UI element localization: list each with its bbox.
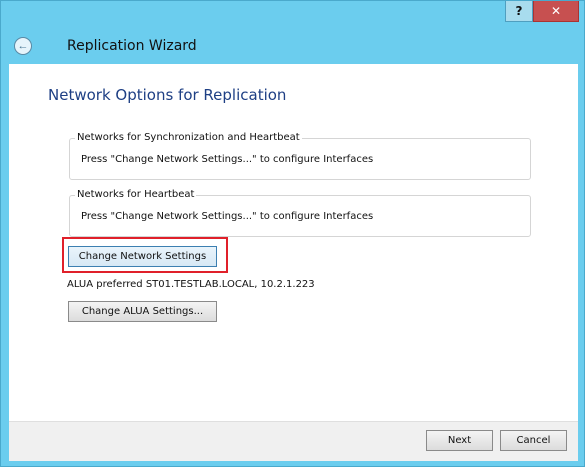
wizard-footer: Next Cancel	[9, 421, 578, 461]
sync-heartbeat-legend: Networks for Synchronization and Heartbe…	[75, 132, 302, 143]
change-alua-settings-button[interactable]: Change ALUA Settings...	[68, 301, 217, 322]
heartbeat-text: Press "Change Network Settings..." to co…	[81, 211, 374, 222]
next-button[interactable]: Next	[426, 430, 493, 451]
wizard-content: Network Options for Replication Networks…	[9, 64, 578, 421]
page-heading: Network Options for Replication	[48, 86, 287, 104]
heartbeat-legend: Networks for Heartbeat	[75, 189, 197, 200]
wizard-window: ? ✕ ← Replication Wizard Network Options…	[0, 0, 585, 467]
heartbeat-group: Networks for Heartbeat Press "Change Net…	[69, 189, 531, 237]
cancel-button[interactable]: Cancel	[500, 430, 567, 451]
change-network-settings-button[interactable]: Change Network Settings	[68, 246, 217, 267]
sync-heartbeat-group: Networks for Synchronization and Heartbe…	[69, 132, 531, 180]
alua-preferred-text: ALUA preferred ST01.TESTLAB.LOCAL, 10.2.…	[67, 279, 315, 290]
close-button[interactable]: ✕	[533, 1, 579, 22]
back-arrow-icon[interactable]: ←	[14, 37, 32, 55]
wizard-title: Replication Wizard	[67, 38, 197, 54]
sync-heartbeat-text: Press "Change Network Settings..." to co…	[81, 154, 374, 165]
wizard-header: ← Replication Wizard	[9, 30, 578, 64]
help-button[interactable]: ?	[505, 1, 533, 22]
